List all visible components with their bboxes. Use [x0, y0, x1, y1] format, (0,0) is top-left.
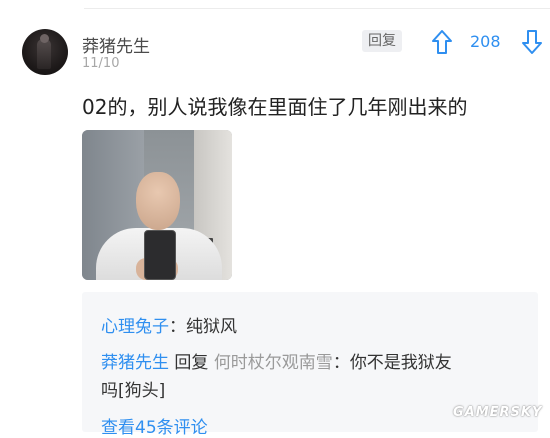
reply-target[interactable]: 何时杖尔观南雪 — [214, 353, 333, 373]
reply-separator: ： — [169, 317, 186, 337]
comment-author[interactable]: 莽猪先生 — [82, 32, 150, 57]
reply-button[interactable]: 回复 — [362, 30, 402, 52]
avatar-figure — [37, 39, 51, 69]
photo-head — [136, 172, 180, 230]
comment-text: 02的，别人说我像在里面住了几年刚出来的 — [82, 95, 468, 119]
reply-author[interactable]: 心理兔子 — [101, 317, 169, 337]
comment-date: 11/10 — [82, 56, 120, 71]
reply-item: 心理兔子：纯狱风 — [101, 312, 237, 337]
photo-phone — [144, 230, 176, 280]
avatar-head — [40, 34, 49, 43]
arrow-down-icon[interactable] — [520, 29, 544, 55]
reply-text: 纯狱风 — [186, 317, 237, 337]
avatar[interactable] — [22, 29, 68, 75]
reply-author[interactable]: 莽猪先生 — [101, 353, 169, 373]
reply-text-continued: 吗[狗头] — [101, 381, 166, 401]
reply-text: 你不是我狱友 — [349, 353, 452, 373]
reply-word: 回复 — [169, 353, 214, 373]
more-comments-link[interactable]: 查看45条评论 — [101, 413, 208, 438]
vote-count: 208 — [470, 32, 501, 51]
comment-photo[interactable] — [82, 130, 232, 280]
reply-separator: ： — [332, 353, 350, 373]
watermark: GAMERSKY — [453, 405, 543, 420]
top-divider — [84, 8, 550, 9]
arrow-up-icon[interactable] — [430, 29, 454, 55]
reply-item: 莽猪先生 回复 何时杖尔观南雪：你不是我狱友 — [101, 348, 452, 373]
